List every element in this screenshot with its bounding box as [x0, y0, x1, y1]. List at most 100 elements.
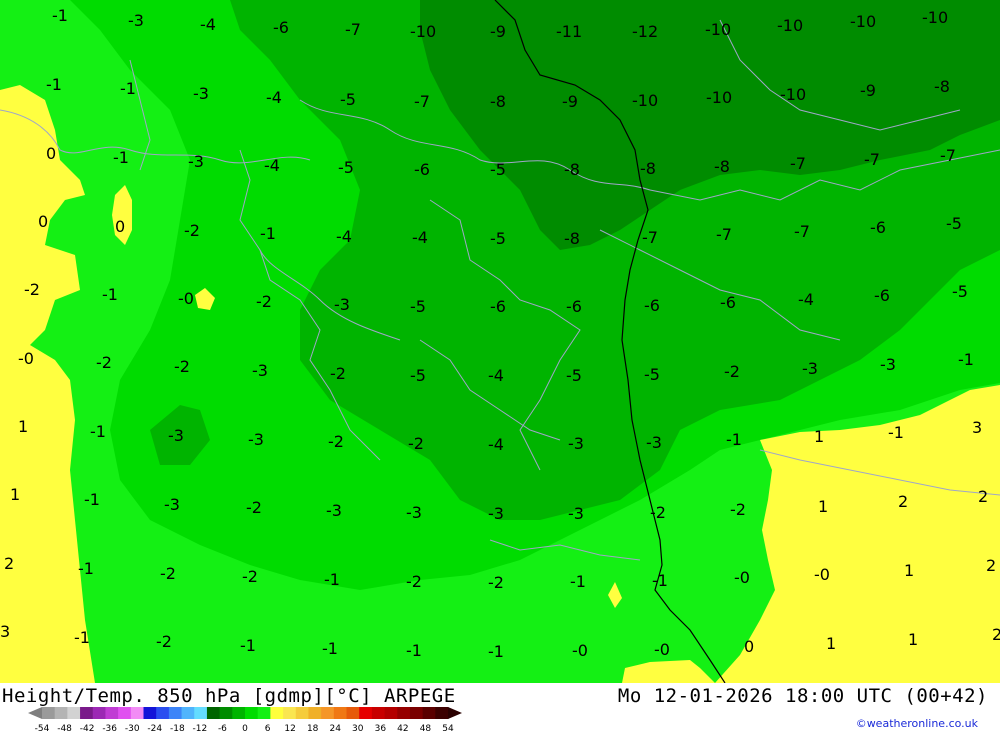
legend-swatch — [118, 707, 132, 719]
temp-label: -2 — [408, 434, 424, 453]
temp-label: -5 — [410, 366, 426, 385]
temp-label: 2 — [978, 487, 988, 506]
temp-label: -8 — [640, 159, 656, 178]
temp-label: -1 — [52, 6, 68, 25]
temp-label: -10 — [706, 88, 732, 107]
temp-label: -7 — [716, 225, 732, 244]
temp-label: 0 — [38, 212, 48, 231]
legend-swatch — [92, 707, 106, 719]
temp-label: -8 — [934, 77, 950, 96]
info-bar: Height/Temp. 850 hPa [gdmp][°C] ARPEGE M… — [0, 683, 1000, 733]
temp-label: -3 — [802, 359, 818, 378]
temp-label: -0 — [178, 289, 194, 308]
temp-label: -5 — [338, 158, 354, 177]
temp-label: -1 — [120, 79, 136, 98]
temp-label: 1 — [818, 497, 828, 516]
temp-label: -2 — [96, 353, 112, 372]
legend-swatch — [181, 707, 195, 719]
temp-label: -2 — [650, 503, 666, 522]
temp-label: 3 — [0, 622, 10, 641]
temp-label: 1 — [10, 485, 20, 504]
temp-label: -3 — [880, 355, 896, 374]
legend-tick-label: 18 — [307, 724, 319, 733]
temp-label: -1 — [570, 572, 586, 591]
legend-tick-label: -54 — [35, 724, 50, 733]
temp-label: -1 — [726, 430, 742, 449]
temp-label: -7 — [940, 146, 956, 165]
temp-label: -1 — [102, 285, 118, 304]
temp-label: -7 — [642, 228, 658, 247]
temp-label: -4 — [412, 228, 428, 247]
legend-swatch — [359, 707, 373, 719]
temp-label: -4 — [488, 435, 504, 454]
legend-swatch — [194, 707, 208, 719]
temp-label: -2 — [174, 357, 190, 376]
temp-label: -4 — [266, 88, 282, 107]
legend-tick-label: 48 — [420, 724, 432, 733]
temp-label: -4 — [798, 290, 814, 309]
temp-label: -0 — [18, 349, 34, 368]
legend-tick-label: -42 — [80, 724, 95, 733]
temp-label: -9 — [490, 22, 506, 41]
temp-label: -5 — [952, 282, 968, 301]
temp-label: -10 — [922, 8, 948, 27]
temp-label: 3 — [972, 418, 982, 437]
temp-label: -3 — [568, 504, 584, 523]
temp-label: -9 — [562, 92, 578, 111]
temp-label: -6 — [566, 297, 582, 316]
temp-label: -6 — [644, 296, 660, 315]
legend-tick-label: -36 — [102, 724, 117, 733]
temp-label: -3 — [568, 434, 584, 453]
legend-swatch — [409, 707, 424, 719]
credit-link[interactable]: ©weatheronline.co.uk — [856, 717, 978, 730]
legend-swatch — [308, 707, 322, 719]
legend-swatch — [143, 707, 157, 719]
temp-label: -1 — [240, 636, 256, 655]
temp-label: 2 — [992, 625, 1000, 644]
legend-ticks: -54 -48 -42 -36 -30 -24 -18 -12 -6 0 6 12 18 24 30 36 42… — [35, 724, 454, 733]
temp-label: 1 — [814, 427, 824, 446]
legend-swatch — [42, 707, 56, 719]
temp-label: -10 — [850, 12, 876, 31]
legend-tick-label: 36 — [375, 724, 387, 733]
legend-tick-label: -48 — [57, 724, 72, 733]
temp-label: -5 — [340, 90, 356, 109]
legend-swatch — [295, 707, 309, 719]
temp-label: -7 — [790, 154, 806, 173]
legend-swatch — [156, 707, 170, 719]
temp-label: -4 — [200, 15, 216, 34]
temp-label: 0 — [744, 637, 754, 656]
legend-swatch — [283, 707, 297, 719]
temp-label: -1 — [84, 490, 100, 509]
legend-swatches — [28, 707, 462, 719]
temp-label: -3 — [168, 426, 184, 445]
legend-swatch — [245, 707, 259, 719]
temp-label: -3 — [326, 501, 342, 520]
temp-label: -2 — [246, 498, 262, 517]
temp-label: -3 — [252, 361, 268, 380]
temp-label: -1 — [74, 628, 90, 647]
temp-label: -8 — [564, 160, 580, 179]
temp-label: -1 — [406, 641, 422, 660]
temp-label: -6 — [874, 286, 890, 305]
temp-label: -2 — [242, 567, 258, 586]
temp-label: -3 — [488, 504, 504, 523]
temp-label: -4 — [336, 227, 352, 246]
temp-label: -4 — [488, 366, 504, 385]
temp-label: -3 — [164, 495, 180, 514]
temp-label: -3 — [334, 295, 350, 314]
legend-swatch — [321, 707, 335, 719]
temp-label: -2 — [730, 500, 746, 519]
temp-label: -1 — [113, 148, 129, 167]
temp-label: -2 — [160, 564, 176, 583]
temp-label: -5 — [946, 214, 962, 233]
temp-label: -7 — [345, 20, 361, 39]
temp-label: -0 — [734, 568, 750, 587]
temp-label: 1 — [826, 634, 836, 653]
temp-label: -6 — [870, 218, 886, 237]
temp-label: -3 — [188, 152, 204, 171]
temp-label: -8 — [564, 229, 580, 248]
legend-swatch — [54, 707, 68, 719]
legend-arrow-left — [28, 707, 42, 719]
legend-swatch — [130, 707, 144, 719]
